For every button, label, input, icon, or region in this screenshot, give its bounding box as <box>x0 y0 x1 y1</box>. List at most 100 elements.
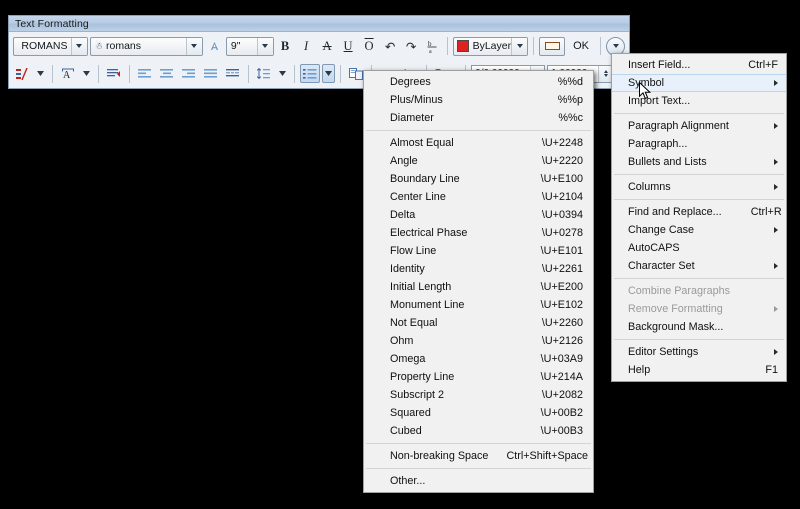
symbol-menu-item-almost-equal[interactable]: Almost Equal \U+2248 <box>364 134 593 152</box>
align-right-icon[interactable] <box>179 64 199 83</box>
context-menu-item-editor-settings[interactable]: Editor Settings <box>612 343 786 361</box>
menu-item-shortcut: Ctrl+R <box>750 206 782 218</box>
menu-item-label: Insert Field... <box>628 59 691 71</box>
toolbar-divider <box>294 64 295 83</box>
symbol-menu-item-plus-minus[interactable]: Plus/Minus %%p <box>364 91 593 109</box>
italic-button[interactable]: I <box>297 37 316 56</box>
symbol-menu-item-degrees[interactable]: Degrees %%d <box>364 73 593 91</box>
context-menu-item-character-set[interactable]: Character Set <box>612 257 786 275</box>
svg-text:a: a <box>429 49 432 53</box>
context-menu-item-background-mask[interactable]: Background Mask... <box>612 318 786 336</box>
symbol-menu-item-center-line[interactable]: Center Line \U+2104 <box>364 188 593 206</box>
underline-button[interactable]: U <box>339 37 358 56</box>
bullets-and-numbering-icon[interactable] <box>300 64 320 83</box>
symbol-menu-item-cubed[interactable]: Cubed \U+00B3 <box>364 422 593 440</box>
line-spacing-icon[interactable] <box>254 64 274 83</box>
strikethrough-button[interactable]: A <box>318 37 337 56</box>
submenu-arrow-icon <box>774 263 778 269</box>
bullets-dropdown-icon[interactable] <box>322 64 335 83</box>
symbol-menu-item-squared[interactable]: Squared \U+00B2 <box>364 404 593 422</box>
context-menu-item-paragraph-alignment[interactable]: Paragraph Alignment <box>612 117 786 135</box>
symbol-menu-item-other[interactable]: Other... <box>364 472 593 490</box>
dialog-titlebar[interactable]: Text Formatting <box>9 16 629 32</box>
symbol-menu-item-not-equal[interactable]: Not Equal \U+2260 <box>364 314 593 332</box>
columns-dropdown-icon[interactable] <box>34 64 47 83</box>
context-menu-item-find-and-replace[interactable]: Find and Replace... Ctrl+R <box>612 203 786 221</box>
menu-item-shortcut: \U+2104 <box>541 191 583 203</box>
ruler-toggle-icon[interactable] <box>539 36 566 56</box>
menu-item-label: Cubed <box>390 425 422 437</box>
menu-item-label: Delta <box>390 209 416 221</box>
context-menu-item-insert-field[interactable]: Insert Field... Ctrl+F <box>612 56 786 74</box>
symbol-menu-item-omega[interactable]: Omega \U+03A9 <box>364 350 593 368</box>
chevron-down-icon[interactable] <box>256 37 273 55</box>
stack-button[interactable]: b a <box>423 37 442 56</box>
align-distributed-icon[interactable] <box>223 64 243 83</box>
text-style-combo[interactable]: ROMANS <box>13 36 88 56</box>
context-menu-item-help[interactable]: Help F1 <box>612 361 786 379</box>
context-menu-item-columns[interactable]: Columns <box>612 178 786 196</box>
submenu-arrow-icon <box>774 159 778 165</box>
text-justification-icon[interactable]: A <box>58 64 78 83</box>
menu-item-label: Paragraph... <box>628 138 688 150</box>
text-editor-context-menu: Insert Field... Ctrl+F Symbol Import Text..… <box>611 53 787 382</box>
text-height-combo[interactable]: 9" <box>225 36 274 56</box>
line-spacing-dropdown-icon[interactable] <box>276 64 289 83</box>
symbol-menu-item-identity[interactable]: Identity \U+2261 <box>364 260 593 278</box>
columns-icon[interactable] <box>13 64 32 83</box>
align-left-icon[interactable] <box>135 64 155 83</box>
overline-button[interactable]: O <box>360 37 379 56</box>
context-menu-item-combine-paragraphs: Combine Paragraphs <box>612 282 786 300</box>
symbol-menu-item-angle[interactable]: Angle \U+2220 <box>364 152 593 170</box>
ok-button[interactable]: OK <box>567 37 595 55</box>
annotative-icon[interactable] <box>205 37 224 56</box>
menu-item-label: Almost Equal <box>390 137 454 149</box>
bold-button[interactable]: B <box>276 37 295 56</box>
font-combo[interactable]: ☃ romans <box>89 36 203 56</box>
menu-item-label: Help <box>628 364 651 376</box>
symbol-menu-item-electrical-phase[interactable]: Electrical Phase \U+0278 <box>364 224 593 242</box>
symbol-menu-item-flow-line[interactable]: Flow Line \U+E101 <box>364 242 593 260</box>
undo-button[interactable]: ↶ <box>381 37 400 56</box>
context-menu-item-change-case[interactable]: Change Case <box>612 221 786 239</box>
menu-separator <box>614 174 784 175</box>
menu-item-shortcut: \U+00B2 <box>540 407 583 419</box>
menu-item-shortcut: \U+E102 <box>540 299 583 311</box>
menu-item-shortcut: \U+2082 <box>541 389 583 401</box>
context-menu-item-import-text[interactable]: Import Text... <box>612 92 786 110</box>
symbol-menu-item-subscript-2[interactable]: Subscript 2 \U+2082 <box>364 386 593 404</box>
align-center-icon[interactable] <box>157 64 177 83</box>
submenu-arrow-icon <box>774 349 778 355</box>
menu-item-label: Identity <box>390 263 425 275</box>
menu-item-shortcut: Ctrl+Shift+Space <box>506 450 589 462</box>
align-justify-icon[interactable] <box>201 64 221 83</box>
symbol-menu-item-property-line[interactable]: Property Line \U+214A <box>364 368 593 386</box>
context-menu-item-paragraph[interactable]: Paragraph... <box>612 135 786 153</box>
menu-item-label: Flow Line <box>390 245 437 257</box>
toolbar-divider <box>248 64 249 83</box>
context-menu-item-remove-formatting: Remove Formatting <box>612 300 786 318</box>
symbol-menu-item-initial-length[interactable]: Initial Length \U+E200 <box>364 278 593 296</box>
symbol-menu-item-non-breaking-space[interactable]: Non-breaking Space Ctrl+Shift+Space <box>364 447 593 465</box>
context-menu-item-bullets-and-lists[interactable]: Bullets and Lists <box>612 153 786 171</box>
chevron-down-icon[interactable] <box>185 37 202 55</box>
context-menu-item-symbol[interactable]: Symbol <box>612 74 786 92</box>
menu-item-label: Diameter <box>390 112 434 124</box>
chevron-down-icon[interactable] <box>70 37 87 55</box>
symbol-menu-item-delta[interactable]: Delta \U+0394 <box>364 206 593 224</box>
chevron-down-icon[interactable] <box>511 37 528 55</box>
paragraph-dialog-icon[interactable] <box>104 64 124 83</box>
symbol-menu-item-boundary-line[interactable]: Boundary Line \U+E100 <box>364 170 593 188</box>
svg-text:A: A <box>63 70 71 80</box>
justification-dropdown-icon[interactable] <box>80 64 93 83</box>
submenu-arrow-icon <box>774 306 778 312</box>
menu-separator <box>614 339 784 340</box>
symbol-menu-item-diameter[interactable]: Diameter %%c <box>364 109 593 127</box>
redo-button[interactable]: ↷ <box>402 37 421 56</box>
menu-item-label: Character Set <box>628 260 695 272</box>
context-menu-item-autocaps[interactable]: AutoCAPS <box>612 239 786 257</box>
menu-item-shortcut: \U+2261 <box>541 263 583 275</box>
symbol-menu-item-ohm[interactable]: Ohm \U+2126 <box>364 332 593 350</box>
text-color-combo[interactable]: ByLayer <box>452 36 529 56</box>
symbol-menu-item-monument-line[interactable]: Monument Line \U+E102 <box>364 296 593 314</box>
